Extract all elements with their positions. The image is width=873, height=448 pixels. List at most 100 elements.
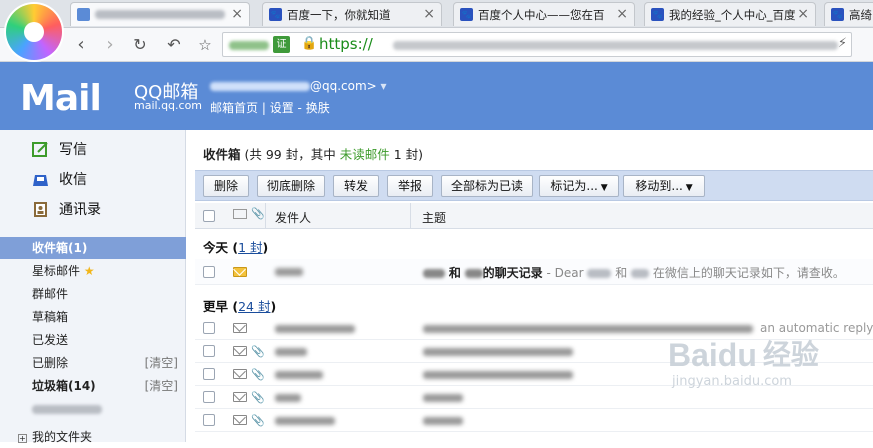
brand-domain: mail.qq.com	[134, 99, 203, 112]
lightning-icon[interactable]: ⚡	[838, 36, 847, 51]
skin-link[interactable]: 换肤	[306, 101, 330, 115]
mail-row[interactable]: 📎	[195, 409, 873, 432]
compose-icon	[32, 141, 49, 158]
compose-button[interactable]: 写信	[32, 138, 87, 160]
read-envelope-icon	[233, 346, 247, 356]
folder-drafts[interactable]: 草稿箱	[0, 306, 186, 328]
clear-spam-link[interactable]: [清空]	[145, 375, 178, 397]
mark-all-read-button[interactable]: 全部标为已读	[441, 175, 533, 197]
contacts-label: 通讯录	[59, 202, 101, 218]
inbox-count: (共 99 封，其中	[244, 147, 336, 162]
mail-header: Mail QQ邮箱 mail.qq.com @qq.com> ▾ 邮箱首页 | …	[0, 62, 873, 130]
blurred-url-path	[393, 41, 838, 50]
tab-label: 高绮	[849, 7, 872, 22]
divider: |	[261, 101, 270, 115]
row-checkbox[interactable]	[203, 266, 215, 278]
folder-label: 收件箱(1)	[32, 241, 88, 255]
envelope-column-icon	[233, 209, 247, 219]
col-divider	[410, 203, 411, 229]
folder-starred[interactable]: 星标邮件 ★	[0, 260, 186, 282]
folder-group[interactable]: 群邮件	[0, 283, 186, 305]
blurred-subject	[423, 325, 753, 333]
lock-icon: 🔒	[301, 36, 318, 51]
browser-nav-bar: ‹ › ↻ ↶ ☆ 证 🔒 https:// ⚡	[0, 28, 873, 62]
delete-button[interactable]: 删除	[203, 175, 249, 197]
chevron-down-icon[interactable]: ▾	[377, 79, 387, 93]
tab-label: 百度一下，你就知道	[287, 7, 391, 22]
row-checkbox[interactable]	[203, 391, 215, 403]
subject-part2: 的聊天记录	[482, 266, 543, 280]
row-checkbox[interactable]	[203, 368, 215, 380]
browser-tab-baidu-center[interactable]: 🐾 百度个人中心——您在百 ×	[453, 2, 635, 26]
read-envelope-icon	[233, 415, 247, 425]
unread-envelope-icon	[233, 267, 247, 277]
close-icon[interactable]: ×	[797, 6, 809, 22]
folder-inbox[interactable]: 收件箱(1)	[0, 237, 186, 259]
sender-column[interactable]: 发件人	[275, 209, 311, 226]
browser-tab-jingyan[interactable]: 🐾 我的经验_个人中心_百度 ×	[644, 2, 816, 26]
folder-blurred[interactable]	[0, 398, 186, 420]
folder-deleted[interactable]: 已删除 [清空]	[0, 352, 186, 374]
folder-label: 垃圾箱(14)	[32, 379, 96, 393]
folder-sent[interactable]: 已发送	[0, 329, 186, 351]
report-button[interactable]: 举报	[387, 175, 433, 197]
mark-as-label: 标记为...	[550, 179, 598, 193]
forward-button[interactable]: 转发	[333, 175, 379, 197]
blurred-folder-name	[32, 405, 102, 414]
row-checkbox[interactable]	[203, 345, 215, 357]
delete-permanently-button[interactable]: 彻底删除	[257, 175, 325, 197]
group-count-link[interactable]: 1 封	[238, 240, 262, 255]
close-icon[interactable]: ×	[231, 6, 243, 22]
mail-row[interactable]: 📎	[195, 386, 873, 409]
baidu-paw-icon: 🐾	[651, 8, 664, 21]
account-suffix: @qq.com>	[310, 79, 377, 93]
blurred-name	[423, 269, 445, 278]
tab-label: 我的经验_个人中心_百度	[669, 7, 796, 22]
blurred-subject	[423, 348, 573, 356]
subject-column[interactable]: 主题	[422, 209, 446, 226]
row-checkbox[interactable]	[203, 414, 215, 426]
browser-tab-mail[interactable]: ×	[70, 2, 250, 26]
bookmark-star-icon[interactable]: ☆	[194, 34, 216, 56]
close-icon[interactable]: ×	[423, 6, 435, 22]
folder-my-folders[interactable]: + 我的文件夹	[0, 426, 186, 448]
blurred-name	[464, 269, 483, 278]
inbox-title: 收件箱	[203, 147, 241, 162]
mail-row[interactable]: an automatic reply,	[195, 317, 873, 340]
attachment-column-icon: 📎	[251, 207, 265, 220]
row-checkbox[interactable]	[203, 322, 215, 334]
unread-mail-link[interactable]: 未读邮件	[340, 147, 390, 162]
mail-logo[interactable]: Mail	[20, 78, 102, 119]
account-info[interactable]: @qq.com> ▾	[210, 79, 387, 93]
col-divider	[265, 203, 266, 229]
address-bar[interactable]: 证 🔒 https:// ⚡	[222, 32, 852, 57]
baidu-jingyan-watermark: Baidu 经验 jingyan.baidu.com	[668, 338, 819, 389]
close-icon[interactable]: ×	[616, 6, 628, 22]
baidu-paw-icon: 🐾	[269, 8, 282, 21]
folder-spam[interactable]: 垃圾箱(14) [清空]	[0, 375, 186, 397]
reload-icon[interactable]: ↻	[129, 34, 151, 56]
group-count-link[interactable]: 24 封	[238, 299, 270, 314]
move-to-dropdown[interactable]: 移动到... ▼	[623, 175, 705, 197]
blurred-subject	[423, 371, 573, 379]
undo-icon[interactable]: ↶	[163, 34, 185, 56]
mark-as-dropdown[interactable]: 标记为... ▼	[539, 175, 619, 197]
browser-logo-icon[interactable]	[6, 4, 62, 60]
contacts-button[interactable]: 通讯录	[32, 198, 101, 220]
inbox-icon	[32, 171, 49, 188]
browser-tab-partial[interactable]: 🐾 高绮	[824, 2, 873, 26]
folder-label: 已发送	[32, 333, 69, 347]
mail-row-unread[interactable]: 和 的聊天记录 - Dear 和 在微信上的聊天记录如下，请查收。	[195, 259, 873, 285]
receive-button[interactable]: 收信	[32, 168, 87, 190]
clear-deleted-link[interactable]: [清空]	[145, 352, 178, 374]
settings-link[interactable]: 设置	[270, 101, 294, 115]
browser-tab-baidu-home[interactable]: 🐾 百度一下，你就知道 ×	[262, 2, 442, 26]
mail-column-header: 📎 发件人 主题	[195, 203, 873, 229]
tab-label: 百度个人中心——您在百	[478, 7, 605, 22]
forward-icon[interactable]: ›	[99, 34, 121, 56]
mail-home-link[interactable]: 邮箱首页	[210, 101, 258, 115]
watermark-url: jingyan.baidu.com	[672, 374, 792, 389]
mail-subject: 和 的聊天记录 - Dear 和 在微信上的聊天记录如下，请查收。	[423, 264, 845, 281]
select-all-checkbox[interactable]	[203, 210, 215, 222]
back-icon[interactable]: ‹	[70, 34, 92, 56]
